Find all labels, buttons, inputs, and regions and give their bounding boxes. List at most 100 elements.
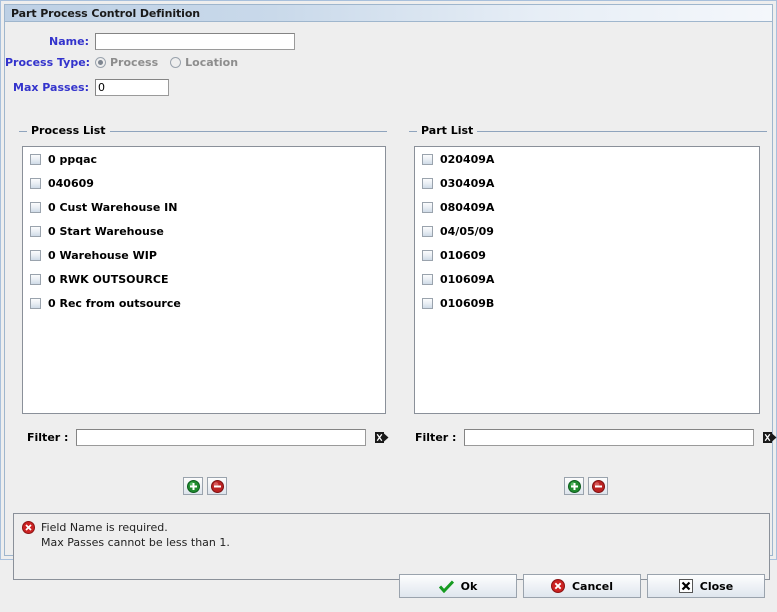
part-filter-input[interactable] — [464, 429, 755, 446]
radio-selected-icon — [95, 57, 106, 68]
checkbox-icon[interactable] — [30, 225, 41, 237]
remove-circle-icon — [210, 479, 224, 493]
checkbox-icon[interactable] — [422, 153, 433, 165]
name-row: Name: — [5, 33, 295, 50]
process-list-group: Process List — [19, 124, 387, 143]
max-passes-row: Max Passes: — [5, 79, 169, 96]
checkbox-icon[interactable] — [422, 177, 433, 189]
ok-button[interactable]: Ok — [399, 574, 517, 598]
remove-circle-icon — [591, 479, 605, 493]
radio-process-label: Process — [110, 56, 159, 69]
process-filter-row: Filter : — [27, 429, 389, 446]
checkbox-icon[interactable] — [30, 249, 41, 261]
error-message-1: Field Name is required. — [41, 521, 168, 534]
list-item[interactable]: 020409A — [415, 147, 759, 171]
list-item[interactable]: 0 ppqac — [23, 147, 385, 171]
name-label: Name: — [49, 35, 89, 48]
list-item[interactable]: 010609B — [415, 291, 759, 315]
process-type-label: Process Type: — [5, 56, 91, 69]
cancel-button[interactable]: Cancel — [523, 574, 641, 598]
part-listbox[interactable]: 020409A 030409A 080409A 04/05/09 010609 — [414, 146, 760, 414]
list-item-label: 020409A — [440, 152, 495, 166]
radio-unselected-icon — [170, 57, 182, 68]
close-box-icon — [678, 579, 693, 593]
checkbox-icon[interactable] — [422, 249, 433, 261]
max-passes-label: Max Passes: — [13, 81, 89, 94]
part-list-title: Part List — [417, 124, 478, 137]
checkbox-icon[interactable] — [30, 273, 41, 285]
list-item-label: 010609A — [440, 272, 495, 286]
part-add-button[interactable] — [564, 477, 584, 495]
error-line-1: Field Name is required. — [22, 520, 761, 535]
list-item[interactable]: 0 Start Warehouse — [23, 219, 385, 243]
checkbox-icon[interactable] — [30, 153, 41, 165]
part-add-remove-row — [564, 477, 608, 495]
process-type-row: Process Type: Process Location — [5, 56, 238, 69]
cancel-button-label: Cancel — [571, 579, 614, 593]
list-item-label: 0 Rec from outsource — [48, 296, 181, 310]
checkbox-icon[interactable] — [30, 201, 41, 213]
checkbox-icon[interactable] — [422, 201, 433, 213]
form-area: Name: Process Type: Process Location Max… — [5, 23, 772, 99]
part-list-group: Part List — [409, 124, 767, 143]
process-list-title: Process List — [27, 124, 110, 137]
list-item-label: 04/05/09 — [440, 224, 494, 238]
ok-button-label: Ok — [460, 579, 478, 593]
list-item[interactable]: 0 RWK OUTSOURCE — [23, 267, 385, 291]
list-item-label: 010609B — [440, 296, 495, 310]
list-item-label: 0 Start Warehouse — [48, 224, 164, 238]
filter-execute-icon[interactable] — [763, 431, 777, 444]
list-item-label: 0 RWK OUTSOURCE — [48, 272, 169, 286]
list-item-label: 030409A — [440, 176, 495, 190]
checkbox-icon[interactable] — [30, 297, 41, 309]
name-input[interactable] — [95, 33, 295, 50]
list-item[interactable]: 040609 — [23, 171, 385, 195]
close-button[interactable]: Close — [647, 574, 765, 598]
list-item[interactable]: 010609 — [415, 243, 759, 267]
process-type-radio-group: Process Location — [95, 56, 238, 69]
dialog-inner-frame: Part Process Control Definition Name: Pr… — [4, 4, 777, 580]
max-passes-input[interactable] — [95, 79, 169, 96]
radio-location-label: Location — [185, 56, 239, 69]
list-item[interactable]: 030409A — [415, 171, 759, 195]
list-item-label: 0 ppqac — [48, 152, 98, 166]
list-item[interactable]: 0 Rec from outsource — [23, 291, 385, 315]
list-item[interactable]: 0 Cust Warehouse IN — [23, 195, 385, 219]
checkbox-icon[interactable] — [422, 225, 433, 237]
window-title: Part Process Control Definition — [11, 6, 201, 20]
check-icon — [438, 579, 454, 593]
error-message-2: Max Passes cannot be less than 1. — [41, 536, 230, 549]
part-filter-row: Filter : — [415, 429, 777, 446]
checkbox-icon[interactable] — [422, 297, 433, 309]
title-bar: Part Process Control Definition — [5, 5, 772, 22]
list-item-label: 080409A — [440, 200, 495, 214]
checkbox-icon[interactable] — [30, 177, 41, 189]
filter-execute-icon[interactable] — [375, 431, 389, 444]
list-item[interactable]: 010609A — [415, 267, 759, 291]
list-item[interactable]: 080409A — [415, 195, 759, 219]
part-remove-button[interactable] — [588, 477, 608, 495]
list-item-label: 0 Cust Warehouse IN — [48, 200, 178, 214]
part-filter-label: Filter : — [415, 431, 457, 444]
add-circle-icon — [186, 479, 200, 493]
radio-location[interactable]: Location — [170, 56, 238, 69]
checkbox-icon[interactable] — [422, 273, 433, 285]
process-add-remove-row — [183, 477, 227, 495]
cancel-circle-icon — [550, 579, 565, 593]
error-circle-icon — [22, 521, 35, 534]
dialog-window: Part Process Control Definition Name: Pr… — [0, 0, 777, 580]
list-item[interactable]: 04/05/09 — [415, 219, 759, 243]
dialog-button-bar: Ok Cancel Close — [0, 570, 777, 602]
list-item[interactable]: 0 Warehouse WIP — [23, 243, 385, 267]
radio-process[interactable]: Process — [95, 56, 158, 69]
list-item-label: 010609 — [440, 248, 486, 262]
list-item-label: 040609 — [48, 176, 94, 190]
process-remove-button[interactable] — [207, 477, 227, 495]
process-filter-label: Filter : — [27, 431, 69, 444]
process-filter-input[interactable] — [76, 429, 367, 446]
dialog-content: Name: Process Type: Process Location Max… — [5, 23, 777, 580]
process-add-button[interactable] — [183, 477, 203, 495]
close-button-label: Close — [699, 579, 734, 593]
process-listbox[interactable]: 0 ppqac 040609 0 Cust Warehouse IN 0 Sta… — [22, 146, 386, 414]
add-circle-icon — [567, 479, 581, 493]
